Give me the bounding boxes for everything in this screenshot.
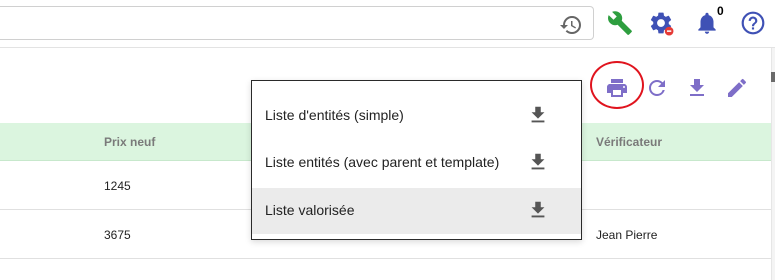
print-highlight-circle [590,61,644,109]
download-icon [531,153,545,170]
cell-prix-neuf: 1245 [104,179,131,193]
menu-item-label: Liste d'entités (simple) [265,107,404,123]
column-header-verificateur[interactable]: Vérificateur [596,135,662,149]
top-bar: 0 [0,0,775,48]
scrollbar[interactable] [771,48,775,280]
scrollbar-thumb[interactable] [771,72,775,82]
menu-item-label: Liste valorisée [265,202,355,218]
menu-item-liste-entites-simple[interactable]: Liste d'entités (simple) [252,93,581,139]
menu-item-label: Liste entités (avec parent et template) [265,154,500,170]
download-icon [531,106,545,123]
gear-icon[interactable] [648,10,674,36]
menu-item-liste-valorisee[interactable]: Liste valorisée [252,188,581,234]
refresh-icon[interactable] [645,76,669,100]
notification-badge: 0 [717,4,724,18]
print-menu: Liste d'entités (simple) Liste entités (… [251,80,582,240]
download-icon [531,201,545,218]
menu-item-liste-entites-parent-template[interactable]: Liste entités (avec parent et template) [252,140,581,186]
cell-verificateur: Jean Pierre [596,228,658,242]
download-icon[interactable] [685,76,709,100]
wrench-icon[interactable] [607,10,633,36]
help-icon[interactable] [740,10,766,36]
search-input[interactable] [0,6,594,40]
cell-prix-neuf: 3675 [104,228,131,242]
column-header-prix-neuf[interactable]: Prix neuf [104,135,155,149]
edit-icon[interactable] [725,76,749,100]
history-icon[interactable] [559,13,583,37]
